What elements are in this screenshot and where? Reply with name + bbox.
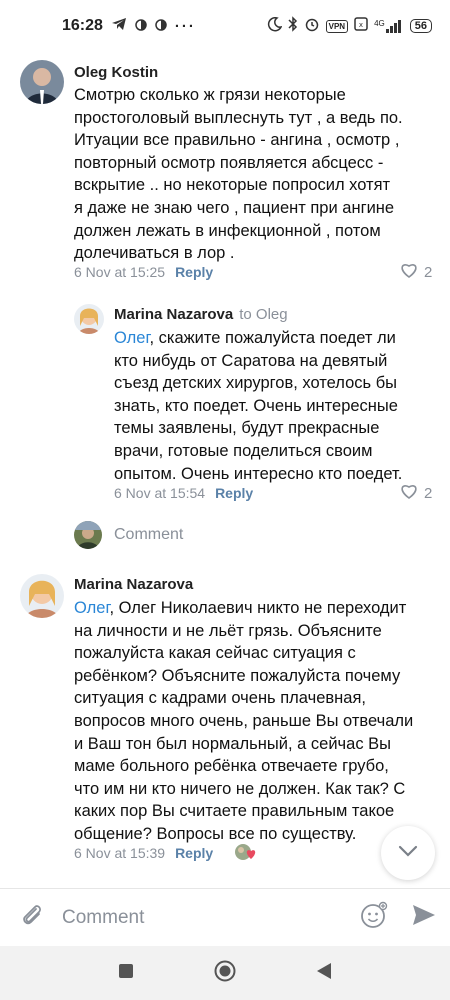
like-count: 2 [424,484,433,502]
moon-small-icon [155,18,167,35]
system-navigation-bar [0,946,450,1000]
comment-line: долечиваться в лор . [74,244,235,263]
comment-line: съезд детских хирургов, хотелось бы [114,374,398,393]
more-icon: ··· [174,17,196,35]
comment-line: на личности и не льёт грязь. Объясните [74,621,382,640]
comment-oleg-kostin: Oleg Kostin Смотрю сколько ж грязи некот… [0,56,450,286]
status-bar: 16:28 ··· VPN x 4G 56 [0,0,450,52]
comment-text: Смотрю сколько ж грязи некоторые простог… [74,84,403,265]
comment-meta: 6 Nov at 15:25 Reply [74,264,213,280]
comment-author[interactable]: Oleg Kostin [74,64,158,81]
reply-to-label[interactable]: to Oleg [239,306,287,323]
comment-line: Олег, скажите пожалуйста поедет ли [114,327,402,350]
comment-line: что им ни кто ничего не должен. Как так?… [74,779,406,798]
alarm-icon [304,16,320,36]
svg-text:x: x [359,21,363,29]
like-button[interactable]: 2 [400,483,432,503]
like-button[interactable]: 2 [400,262,432,282]
comment-line: Олег, Олег Николаевич никто не переходит [74,597,413,620]
comment-line-text: , Олег Николаевич никто не переходит [109,599,407,617]
comment-author-name[interactable]: Marina Nazarova [114,306,233,323]
vpn-badge: VPN [325,19,349,33]
status-time: 16:28 [62,17,103,34]
comment-line: темы заявлены, будут прекрасные [114,419,380,438]
comment-line: опытом. Очень интересно кто поедет. [114,464,403,483]
comment-line: знать, кто поедет. Очень интересные [114,396,398,415]
bluetooth-icon [288,16,298,36]
comment-line: Итуации все правильно - ангина , осмотр … [74,131,400,150]
signal-icon: 4G [374,19,404,33]
reply-button[interactable]: Reply [215,485,253,501]
chevron-down-icon [398,844,418,862]
comment-line: каких пор Вы считаете правильным такое [74,802,395,821]
comment-input[interactable]: Comment [62,907,360,929]
reaction-icon[interactable] [234,842,260,867]
comment-line: ситуация с кадрами очень плачевная, [74,689,366,708]
comment-marina-nazarova: Marina Nazarova Олег, Олег Николаевич ни… [0,568,450,868]
reply-comment-row[interactable]: Comment [74,521,183,549]
back-icon[interactable] [316,962,332,985]
avatar[interactable] [20,60,64,104]
network-type: 4G [374,19,385,28]
comment-text: Олег, скажите пожалуйста поедет ли кто н… [114,327,402,485]
reply-button[interactable]: Reply [175,264,213,280]
comment-marina-reply: Marina Nazarova to Oleg Олег, скажите пож… [0,296,450,508]
home-icon[interactable] [214,960,236,987]
moon-small-icon [135,18,147,35]
comment-line: вопросов много очень, раньше Вы отвечали [74,711,414,730]
comment-line: Смотрю сколько ж грязи некоторые [74,86,346,104]
comment-composer: Comment [0,888,450,946]
comment-author[interactable]: Marina Nazarova [74,576,193,593]
comment-line: врачи, готовые поделиться своим [114,441,373,460]
current-user-avatar [74,521,102,549]
heart-icon [400,483,418,503]
avatar[interactable] [20,574,64,618]
comment-line: пожалуйста какая сейчас ситуация с [74,644,356,663]
send-icon[interactable] [412,904,436,931]
comment-meta: 6 Nov at 15:39 Reply [74,845,213,861]
battery-indicator: 56 [409,19,432,33]
comment-line: должен лежать в инфекционной , потом [74,221,381,240]
comment-timestamp: 6 Nov at 15:54 [114,485,206,501]
like-count: 2 [424,263,433,281]
comment-line: вскрытие .. но некоторые попросил хотят [74,176,391,195]
scroll-down-button[interactable] [381,826,435,880]
sim-icon: x [354,17,368,35]
comment-author[interactable]: Marina Nazarova to Oleg [114,306,288,323]
moon-icon [267,16,282,36]
comment-line: я даже не знаю чего , пациент при ангине [74,198,395,217]
comment-line: простоголовый выплеснуть тут , а ведь по… [74,108,403,127]
emoji-icon[interactable] [360,901,388,934]
telegram-icon [111,17,127,35]
mention-link[interactable]: Олег [114,329,149,347]
comment-timestamp: 6 Nov at 15:25 [74,264,166,280]
comment-timestamp: 6 Nov at 15:39 [74,845,166,861]
reply-button[interactable]: Reply [175,845,213,861]
comment-line: маме больного ребёнка отвечаете грубо, [74,757,389,776]
mention-link[interactable]: Олег [74,599,109,617]
recents-icon[interactable] [118,963,134,984]
comment-line-text: , скажите пожалуйста поедет ли [149,329,396,347]
comment-text: Олег, Олег Николаевич никто не переходит… [74,597,413,846]
comment-meta: 6 Nov at 15:54 Reply [114,485,253,501]
attach-icon[interactable] [20,902,44,933]
heart-icon [400,262,418,282]
avatar[interactable] [74,304,104,334]
write-comment-label[interactable]: Comment [114,526,183,544]
comment-line: повторный осмотр появляется абсцесс - [74,153,384,172]
comment-line: кто нибудь от Саратова на девятый [114,351,388,370]
comment-line: и Ваш тон был нормальный, а сейчас Вы [74,734,392,753]
comment-line: ребёнком? Объясните пожалуйста почему [74,666,401,685]
